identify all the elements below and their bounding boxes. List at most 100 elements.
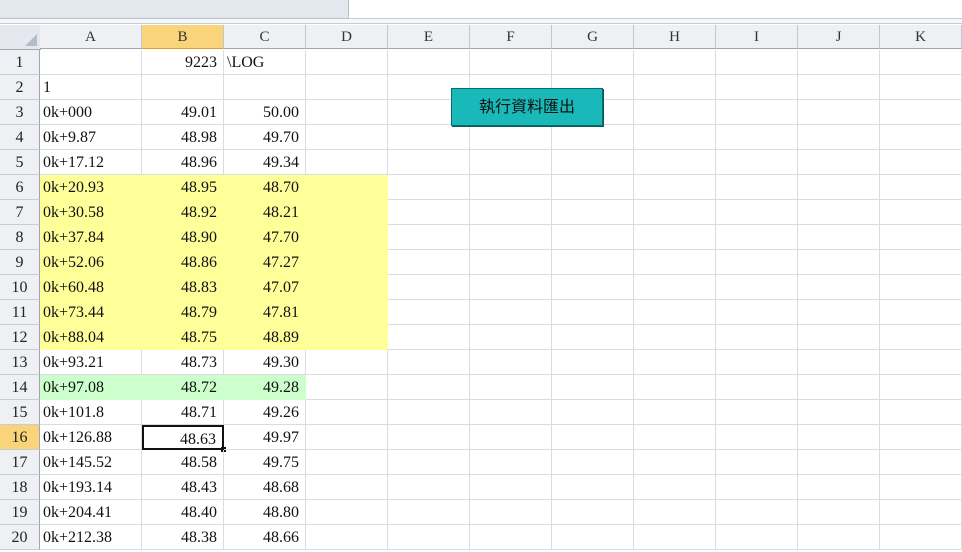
cell-h16[interactable] xyxy=(634,425,716,450)
cell-d4[interactable] xyxy=(306,125,388,150)
cell-g7[interactable] xyxy=(552,200,634,225)
cell-h5[interactable] xyxy=(634,150,716,175)
column-header-a[interactable]: A xyxy=(40,25,142,49)
cell-h6[interactable] xyxy=(634,175,716,200)
cell-c3[interactable]: 50.00 xyxy=(224,100,306,125)
cell-b4[interactable]: 48.98 xyxy=(142,125,224,150)
cell-g9[interactable] xyxy=(552,250,634,275)
cell-k6[interactable] xyxy=(880,175,962,200)
cell-f7[interactable] xyxy=(470,200,552,225)
cell-j10[interactable] xyxy=(798,275,880,300)
cell-d5[interactable] xyxy=(306,150,388,175)
cell-f8[interactable] xyxy=(470,225,552,250)
row-header-11[interactable]: 11 xyxy=(0,300,40,325)
cell-d8[interactable] xyxy=(306,225,388,250)
cell-a5[interactable]: 0k+17.12 xyxy=(40,150,142,175)
cell-c1[interactable]: \LOG xyxy=(224,50,306,75)
column-header-c[interactable]: C xyxy=(224,25,306,49)
cell-h17[interactable] xyxy=(634,450,716,475)
cell-a6[interactable]: 0k+20.93 xyxy=(40,175,142,200)
cell-c13[interactable]: 49.30 xyxy=(224,350,306,375)
cell-e19[interactable] xyxy=(388,500,470,525)
cell-a1[interactable] xyxy=(40,50,142,75)
cell-g20[interactable] xyxy=(552,525,634,550)
cell-i7[interactable] xyxy=(716,200,798,225)
cell-h1[interactable] xyxy=(634,50,716,75)
column-header-k[interactable]: K xyxy=(880,25,962,49)
cell-a10[interactable]: 0k+60.48 xyxy=(40,275,142,300)
cell-g14[interactable] xyxy=(552,375,634,400)
cell-e9[interactable] xyxy=(388,250,470,275)
cell-b8[interactable]: 48.90 xyxy=(142,225,224,250)
cell-j15[interactable] xyxy=(798,400,880,425)
cell-f14[interactable] xyxy=(470,375,552,400)
cell-a16[interactable]: 0k+126.88 xyxy=(40,425,142,450)
cell-e20[interactable] xyxy=(388,525,470,550)
cell-h20[interactable] xyxy=(634,525,716,550)
cell-g1[interactable] xyxy=(552,50,634,75)
cell-a19[interactable]: 0k+204.41 xyxy=(40,500,142,525)
row-header-15[interactable]: 15 xyxy=(0,400,40,425)
cell-e8[interactable] xyxy=(388,225,470,250)
cell-j18[interactable] xyxy=(798,475,880,500)
cell-j2[interactable] xyxy=(798,75,880,100)
cell-g17[interactable] xyxy=(552,450,634,475)
cell-i8[interactable] xyxy=(716,225,798,250)
cell-k5[interactable] xyxy=(880,150,962,175)
cell-j1[interactable] xyxy=(798,50,880,75)
cell-e14[interactable] xyxy=(388,375,470,400)
cell-f1[interactable] xyxy=(470,50,552,75)
row-header-17[interactable]: 17 xyxy=(0,450,40,475)
cell-j5[interactable] xyxy=(798,150,880,175)
cell-c12[interactable]: 48.89 xyxy=(224,325,306,350)
cell-c16[interactable]: 49.97 xyxy=(224,425,306,450)
cell-a2[interactable]: 1 xyxy=(40,75,142,100)
cell-c11[interactable]: 47.81 xyxy=(224,300,306,325)
cell-k9[interactable] xyxy=(880,250,962,275)
cell-i12[interactable] xyxy=(716,325,798,350)
cell-a13[interactable]: 0k+93.21 xyxy=(40,350,142,375)
cell-g5[interactable] xyxy=(552,150,634,175)
column-header-f[interactable]: F xyxy=(470,25,552,49)
cell-f20[interactable] xyxy=(470,525,552,550)
cell-f18[interactable] xyxy=(470,475,552,500)
cell-b18[interactable]: 48.43 xyxy=(142,475,224,500)
cell-j6[interactable] xyxy=(798,175,880,200)
cell-i5[interactable] xyxy=(716,150,798,175)
cell-e12[interactable] xyxy=(388,325,470,350)
cell-c20[interactable]: 48.66 xyxy=(224,525,306,550)
cell-a18[interactable]: 0k+193.14 xyxy=(40,475,142,500)
cell-e5[interactable] xyxy=(388,150,470,175)
cell-c7[interactable]: 48.21 xyxy=(224,200,306,225)
cell-h7[interactable] xyxy=(634,200,716,225)
cell-c9[interactable]: 47.27 xyxy=(224,250,306,275)
cell-a12[interactable]: 0k+88.04 xyxy=(40,325,142,350)
cell-j7[interactable] xyxy=(798,200,880,225)
row-header-10[interactable]: 10 xyxy=(0,275,40,300)
cell-i20[interactable] xyxy=(716,525,798,550)
cell-d13[interactable] xyxy=(306,350,388,375)
cell-d20[interactable] xyxy=(306,525,388,550)
cell-a20[interactable]: 0k+212.38 xyxy=(40,525,142,550)
cell-i9[interactable] xyxy=(716,250,798,275)
column-header-i[interactable]: I xyxy=(716,25,798,49)
cell-e4[interactable] xyxy=(388,125,470,150)
cell-f12[interactable] xyxy=(470,325,552,350)
row-header-5[interactable]: 5 xyxy=(0,150,40,175)
cell-j20[interactable] xyxy=(798,525,880,550)
cell-e1[interactable] xyxy=(388,50,470,75)
cell-f16[interactable] xyxy=(470,425,552,450)
cell-c18[interactable]: 48.68 xyxy=(224,475,306,500)
cell-j19[interactable] xyxy=(798,500,880,525)
cell-i10[interactable] xyxy=(716,275,798,300)
cell-e7[interactable] xyxy=(388,200,470,225)
cell-b10[interactable]: 48.83 xyxy=(142,275,224,300)
cell-d1[interactable] xyxy=(306,50,388,75)
cell-k14[interactable] xyxy=(880,375,962,400)
cell-b19[interactable]: 48.40 xyxy=(142,500,224,525)
cell-d15[interactable] xyxy=(306,400,388,425)
cell-b12[interactable]: 48.75 xyxy=(142,325,224,350)
cell-k10[interactable] xyxy=(880,275,962,300)
cell-d18[interactable] xyxy=(306,475,388,500)
cell-c2[interactable] xyxy=(224,75,306,100)
